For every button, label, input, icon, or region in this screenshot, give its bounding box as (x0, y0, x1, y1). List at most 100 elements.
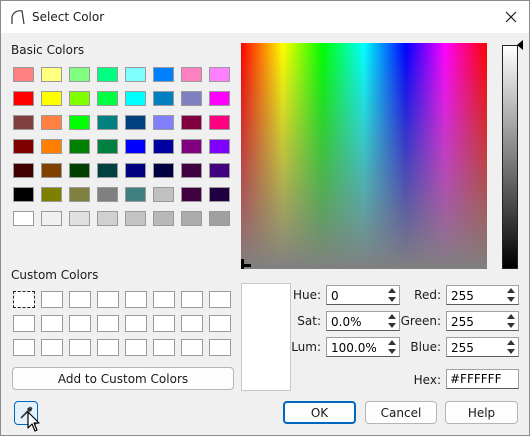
red-input[interactable] (447, 286, 508, 306)
blue-input[interactable] (447, 338, 508, 358)
sat-input[interactable] (327, 312, 389, 332)
custom-color-slot[interactable] (181, 291, 203, 308)
custom-color-slot[interactable] (13, 315, 35, 332)
basic-color-swatch[interactable] (97, 67, 118, 82)
basic-color-swatch[interactable] (69, 163, 90, 178)
basic-color-swatch[interactable] (13, 187, 34, 202)
basic-color-swatch[interactable] (209, 139, 230, 154)
basic-color-swatch[interactable] (69, 91, 90, 106)
red-field[interactable] (446, 285, 519, 306)
basic-color-swatch[interactable] (13, 91, 34, 106)
basic-color-swatch[interactable] (153, 115, 174, 130)
basic-color-swatch[interactable] (209, 115, 230, 130)
basic-color-swatch[interactable] (69, 187, 90, 202)
basic-color-swatch[interactable] (97, 163, 118, 178)
basic-color-swatch[interactable] (125, 187, 146, 202)
basic-color-swatch[interactable] (69, 67, 90, 82)
basic-color-swatch[interactable] (41, 163, 62, 178)
help-button[interactable]: Help (445, 401, 518, 424)
basic-color-swatch[interactable] (41, 67, 62, 82)
ok-button[interactable]: OK (283, 401, 356, 424)
basic-color-swatch[interactable] (69, 211, 90, 226)
basic-color-swatch[interactable] (181, 67, 202, 82)
custom-color-slot[interactable] (69, 291, 91, 308)
lum-input[interactable] (327, 338, 389, 358)
basic-color-swatch[interactable] (209, 163, 230, 178)
basic-color-swatch[interactable] (97, 91, 118, 106)
cancel-button[interactable]: Cancel (365, 401, 437, 424)
basic-color-swatch[interactable] (181, 115, 202, 130)
custom-color-slot[interactable] (97, 315, 119, 332)
basic-color-swatch[interactable] (209, 187, 230, 202)
close-button[interactable] (499, 5, 523, 29)
basic-color-swatch[interactable] (181, 91, 202, 106)
basic-color-swatch[interactable] (41, 139, 62, 154)
green-up[interactable] (504, 312, 518, 321)
custom-color-slot[interactable] (41, 339, 63, 356)
basic-color-swatch[interactable] (153, 211, 174, 226)
custom-color-slot[interactable] (125, 291, 147, 308)
custom-color-slot[interactable] (181, 339, 203, 356)
basic-color-swatch[interactable] (97, 139, 118, 154)
custom-color-slot[interactable] (125, 315, 147, 332)
blue-field[interactable] (446, 337, 519, 358)
luminance-slider[interactable] (502, 45, 518, 269)
basic-color-swatch[interactable] (153, 187, 174, 202)
basic-color-swatch[interactable] (153, 139, 174, 154)
sat-up[interactable] (385, 312, 399, 321)
basic-color-swatch[interactable] (125, 115, 146, 130)
hex-field[interactable] (446, 369, 519, 389)
blue-down[interactable] (504, 347, 518, 356)
red-down[interactable] (504, 295, 518, 304)
basic-color-swatch[interactable] (41, 115, 62, 130)
custom-color-slot[interactable] (13, 339, 35, 356)
hue-field[interactable] (326, 285, 400, 306)
blue-up[interactable] (504, 338, 518, 347)
lum-field[interactable] (326, 337, 400, 358)
basic-color-swatch[interactable] (13, 211, 34, 226)
custom-color-slot[interactable] (153, 291, 175, 308)
custom-color-slot[interactable] (209, 291, 231, 308)
basic-color-swatch[interactable] (69, 115, 90, 130)
basic-color-swatch[interactable] (209, 211, 230, 226)
custom-color-slot[interactable] (69, 339, 91, 356)
custom-color-slot[interactable] (69, 315, 91, 332)
basic-color-swatch[interactable] (125, 211, 146, 226)
hue-input[interactable] (327, 286, 389, 306)
basic-color-swatch[interactable] (181, 139, 202, 154)
basic-color-swatch[interactable] (209, 91, 230, 106)
basic-color-swatch[interactable] (181, 163, 202, 178)
basic-color-swatch[interactable] (125, 67, 146, 82)
green-down[interactable] (504, 321, 518, 330)
color-spectrum[interactable] (241, 43, 487, 269)
custom-color-slot[interactable] (125, 339, 147, 356)
basic-color-swatch[interactable] (13, 115, 34, 130)
sat-down[interactable] (385, 321, 399, 330)
basic-color-swatch[interactable] (97, 115, 118, 130)
hue-up[interactable] (385, 286, 399, 295)
sat-field[interactable] (326, 311, 400, 332)
green-input[interactable] (447, 312, 508, 332)
red-up[interactable] (504, 286, 518, 295)
custom-color-slot[interactable] (13, 291, 35, 308)
basic-color-swatch[interactable] (125, 91, 146, 106)
custom-color-slot[interactable] (209, 315, 231, 332)
basic-color-swatch[interactable] (153, 163, 174, 178)
basic-color-swatch[interactable] (181, 211, 202, 226)
custom-color-slot[interactable] (97, 291, 119, 308)
custom-color-slot[interactable] (209, 339, 231, 356)
add-to-custom-colors-button[interactable]: Add to Custom Colors (12, 367, 234, 390)
basic-color-swatch[interactable] (41, 211, 62, 226)
custom-color-slot[interactable] (97, 339, 119, 356)
basic-color-swatch[interactable] (13, 139, 34, 154)
basic-color-swatch[interactable] (69, 139, 90, 154)
basic-color-swatch[interactable] (97, 187, 118, 202)
luminance-slider-arrow[interactable] (517, 40, 523, 50)
basic-color-swatch[interactable] (41, 91, 62, 106)
basic-color-swatch[interactable] (13, 67, 34, 82)
basic-color-swatch[interactable] (13, 163, 34, 178)
hex-input[interactable] (447, 370, 518, 388)
basic-color-swatch[interactable] (97, 211, 118, 226)
basic-color-swatch[interactable] (209, 67, 230, 82)
basic-color-swatch[interactable] (153, 67, 174, 82)
